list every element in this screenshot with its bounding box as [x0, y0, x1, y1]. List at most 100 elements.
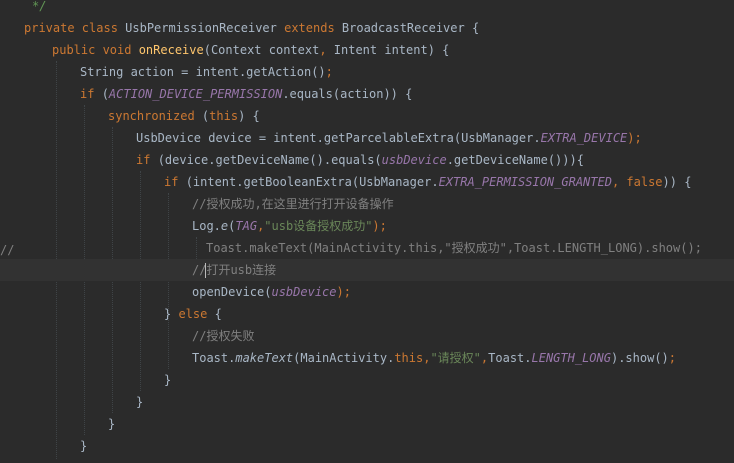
- code-text: }: [80, 435, 87, 457]
- code-token: );: [372, 219, 387, 233]
- code-token: false: [626, 175, 663, 189]
- code-token: EXTRA_PERMISSION_GRANTED: [438, 175, 612, 189]
- code-text: Toast.makeText(MainActivity.this,"授权成功",…: [206, 237, 702, 259]
- code-line[interactable]: }: [0, 391, 734, 413]
- code-token: ,: [319, 43, 334, 57]
- code-token: "请授权": [430, 351, 481, 365]
- code-text: //打开usb连接: [192, 259, 276, 281]
- code-text: }: [136, 391, 143, 413]
- code-text: synchronized (this) {: [108, 105, 260, 127]
- code-line[interactable]: if (device.getDeviceName().equals(usbDev…: [0, 149, 734, 171]
- code-token: ).show(): [610, 351, 669, 365]
- code-token: usbDevice: [381, 153, 447, 167]
- code-text: if (intent.getBooleanExtra(UsbManager.EX…: [164, 171, 691, 193]
- code-text: private class UsbPermissionReceiver exte…: [24, 17, 479, 39]
- code-token: usbDevice: [271, 285, 337, 299]
- code-text: if (ACTION_DEVICE_PERMISSION.equals(acti…: [80, 83, 412, 105]
- code-text: Log.e(TAG,"usb设备授权成功");: [192, 215, 387, 237]
- code-line[interactable]: //授权成功,在这里进行打开设备操作: [0, 193, 734, 215]
- code-line[interactable]: String action = intent.getAction();: [0, 61, 734, 83]
- code-text: */: [32, 0, 46, 17]
- code-line[interactable]: if (intent.getBooleanExtra(UsbManager.EX…: [0, 171, 734, 193]
- code-token: );: [336, 285, 351, 299]
- code-token: Log.: [192, 219, 221, 233]
- code-token: //授权成功,在这里进行打开设备操作: [192, 197, 394, 211]
- code-line[interactable]: Toast.makeText(MainActivity.this,"授权成功",…: [0, 237, 734, 259]
- code-line[interactable]: if (ACTION_DEVICE_PERMISSION.equals(acti…: [0, 83, 734, 105]
- code-token: makeText: [235, 351, 294, 365]
- code-line[interactable]: } else {: [0, 303, 734, 325]
- code-token: }: [108, 417, 116, 431]
- code-line[interactable]: }: [0, 369, 734, 391]
- code-token: ;: [668, 351, 677, 365]
- code-token: ,: [611, 175, 627, 189]
- code-token: (device.getDeviceName().equals(: [157, 153, 382, 167]
- code-token: ;: [325, 65, 333, 79]
- code-line[interactable]: UsbDevice device = intent.getParcelableE…: [0, 127, 734, 149]
- code-token: )) {: [662, 175, 692, 189]
- code-token: Toast.makeText(MainActivity.this,"授权成功",…: [206, 241, 702, 255]
- code-editor[interactable]: // */ private class UsbPermissionReceiver…: [0, 0, 734, 463]
- code-token: {: [214, 307, 222, 321]
- code-token: public void: [52, 43, 139, 57]
- code-token: //: [192, 263, 207, 277]
- code-token: Intent intent) {: [333, 43, 450, 57]
- code-token: EXTRA_DEVICE: [540, 131, 628, 145]
- code-token: LENGTH_LONG: [531, 351, 611, 365]
- code-token: TAG: [235, 219, 258, 233]
- code-line[interactable]: private class UsbPermissionReceiver exte…: [0, 17, 734, 39]
- code-token: if: [164, 175, 186, 189]
- code-line[interactable]: }: [0, 435, 734, 457]
- code-token: }: [164, 307, 179, 321]
- code-token: }: [164, 373, 172, 387]
- code-text: //授权失败: [192, 325, 254, 347]
- code-line[interactable]: }: [0, 413, 734, 435]
- code-token: //授权失败: [192, 329, 255, 343]
- code-token: );: [627, 131, 642, 145]
- code-text: Toast.makeText(MainActivity.this,"请授权",T…: [192, 347, 676, 369]
- code-token: Toast.: [488, 351, 532, 365]
- code-line[interactable]: //打开usb连接: [0, 259, 734, 281]
- code-line[interactable]: //授权失败: [0, 325, 734, 347]
- code-token: this: [209, 109, 239, 123]
- code-token: "usb设备授权成功": [264, 219, 373, 233]
- code-token: 打开usb连接: [206, 263, 277, 277]
- code-token: .getDeviceName())){: [446, 153, 584, 167]
- code-line[interactable]: Log.e(TAG,"usb设备授权成功");: [0, 215, 734, 237]
- code-token: if: [80, 87, 102, 101]
- code-text: //授权成功,在这里进行打开设备操作: [192, 193, 394, 215]
- code-line[interactable]: Toast.makeText(MainActivity.this,"请授权",T…: [0, 347, 734, 369]
- code-token: (Context context: [203, 43, 320, 57]
- code-token: BroadcastReceiver {: [341, 21, 480, 35]
- code-token: UsbPermissionReceiver: [125, 21, 285, 35]
- code-text: public void onReceive(Context context, I…: [52, 39, 449, 61]
- code-token: else: [178, 307, 215, 321]
- code-token: UsbDevice device = intent.getParcelableE…: [136, 131, 541, 145]
- code-token: if: [136, 153, 158, 167]
- code-token: openDevice(: [192, 285, 272, 299]
- code-text: openDevice(usbDevice);: [192, 281, 351, 303]
- code-token: ACTION_DEVICE_PERMISSION: [108, 87, 283, 101]
- code-line[interactable]: */: [0, 0, 734, 17]
- code-token: ) {: [238, 109, 260, 123]
- code-text: if (device.getDeviceName().equals(usbDev…: [136, 149, 584, 171]
- code-token: }: [136, 395, 144, 409]
- code-token: */: [32, 0, 47, 13]
- code-token: .equals(action)) {: [282, 87, 413, 101]
- code-text: UsbDevice device = intent.getParcelableE…: [136, 127, 642, 149]
- code-line[interactable]: openDevice(usbDevice);: [0, 281, 734, 303]
- code-text: }: [108, 413, 115, 435]
- code-token: onReceive: [138, 43, 204, 57]
- code-token: this: [394, 351, 424, 365]
- code-token: synchronized: [108, 109, 202, 123]
- code-token: (intent.getBooleanExtra(UsbManager.: [185, 175, 439, 189]
- code-line[interactable]: synchronized (this) {: [0, 105, 734, 127]
- code-text: } else {: [164, 303, 222, 325]
- code-token: (: [101, 87, 109, 101]
- code-token: private class: [24, 21, 126, 35]
- code-token: (MainActivity.: [293, 351, 395, 365]
- code-line[interactable]: public void onReceive(Context context, I…: [0, 39, 734, 61]
- code-token: Toast.: [192, 351, 236, 365]
- code-token: }: [80, 439, 88, 453]
- code-text: String action = intent.getAction();: [80, 61, 333, 83]
